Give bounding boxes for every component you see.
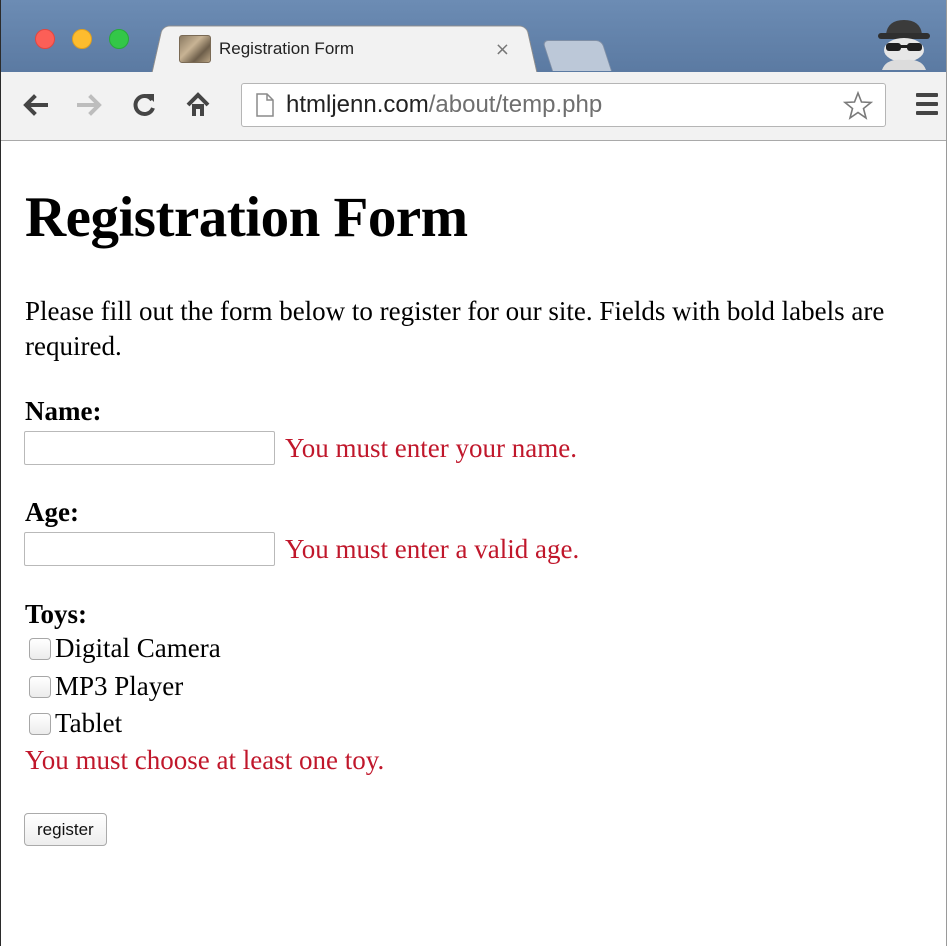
toy-label-tablet: Tablet	[55, 708, 123, 738]
checkbox-tablet[interactable]	[29, 712, 51, 735]
menu-bar-line	[916, 102, 938, 106]
age-error: You must enter a valid age.	[285, 534, 580, 564]
home-button[interactable]	[183, 90, 213, 120]
url-text: htmljenn.com/about/temp.php	[286, 91, 602, 119]
url-path: /about/temp.php	[428, 91, 603, 118]
name-error: You must enter your name.	[285, 433, 577, 463]
address-bar[interactable]: htmljenn.com/about/temp.php	[241, 83, 886, 127]
intro-text: Please fill out the form below to regist…	[25, 296, 885, 361]
home-icon	[186, 92, 210, 116]
name-field[interactable]	[24, 431, 275, 465]
checkbox-digital-camera[interactable]	[29, 637, 51, 660]
register-button[interactable]: register	[24, 813, 107, 846]
url-host: htmljenn.com	[286, 91, 429, 118]
back-arrow-icon	[23, 94, 48, 116]
menu-icon[interactable]	[916, 93, 938, 117]
toy-option-digital-camera[interactable]: Digital Camera	[29, 633, 221, 664]
browser-window: Registration Form × htmljenn.com/about/t…	[0, 0, 947, 946]
window-minimize-button[interactable]	[72, 29, 92, 49]
forward-button[interactable]	[75, 90, 105, 120]
window-close-button[interactable]	[35, 29, 55, 49]
page-title: Registration Form	[25, 186, 468, 249]
back-button[interactable]	[20, 90, 50, 120]
toys-error: You must choose at least one toy.	[25, 745, 385, 775]
tab-strip: Registration Form ×	[1, 0, 946, 76]
browser-toolbar: htmljenn.com/about/temp.php	[1, 72, 946, 141]
menu-bar-line	[916, 111, 938, 115]
page-icon	[256, 93, 274, 117]
toys-label: Toys:	[25, 599, 88, 629]
toy-label-digital-camera: Digital Camera	[55, 633, 221, 663]
window-maximize-button[interactable]	[109, 29, 129, 49]
checkbox-mp3-player[interactable]	[29, 675, 51, 698]
reload-icon	[133, 94, 155, 116]
toy-option-mp3-player[interactable]: MP3 Player	[29, 671, 183, 702]
age-field[interactable]	[24, 532, 275, 566]
reload-button[interactable]	[129, 90, 159, 120]
name-label: Name:	[25, 396, 102, 426]
new-tab-button[interactable]	[541, 40, 613, 71]
active-tab[interactable]: Registration Form ×	[179, 32, 524, 66]
favicon-icon	[179, 35, 211, 63]
forward-arrow-icon	[77, 94, 102, 116]
bookmark-star-icon[interactable]	[843, 91, 873, 121]
menu-bar-line	[916, 93, 938, 97]
toy-label-mp3-player: MP3 Player	[55, 671, 184, 701]
tab-close-icon[interactable]: ×	[495, 39, 510, 60]
toy-option-tablet[interactable]: Tablet	[29, 708, 122, 739]
incognito-icon[interactable]	[872, 14, 936, 70]
age-label: Age:	[25, 497, 79, 527]
tab-title: Registration Form	[219, 39, 355, 58]
